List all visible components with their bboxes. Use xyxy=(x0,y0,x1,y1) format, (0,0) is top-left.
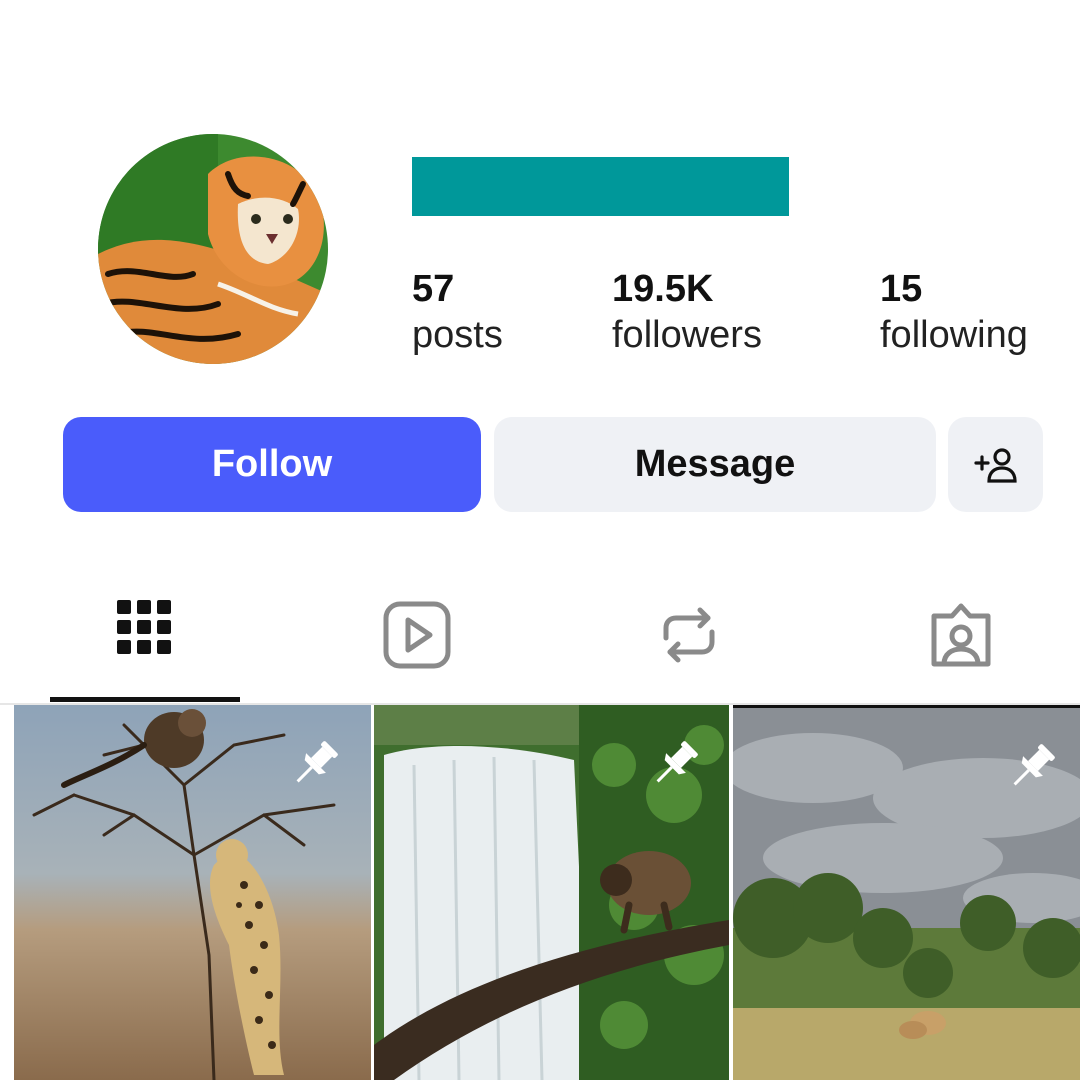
selected-tab-indicator xyxy=(50,697,240,702)
profile-tabs xyxy=(0,590,1080,700)
post-tile-1[interactable] xyxy=(14,705,371,1080)
tagged-icon xyxy=(931,603,991,667)
add-user-button[interactable] xyxy=(948,417,1043,512)
follow-button-label: Follow xyxy=(211,443,333,485)
following-label: following xyxy=(880,314,1028,356)
reels-icon xyxy=(383,601,451,669)
tab-tagged[interactable] xyxy=(866,590,1056,700)
pin-icon xyxy=(656,741,698,783)
stat-following[interactable]: 15 following xyxy=(880,266,1028,358)
tab-reposts[interactable] xyxy=(594,590,784,700)
post-tile-2[interactable] xyxy=(374,705,729,1080)
pin-icon xyxy=(296,741,338,783)
stat-posts[interactable]: 57 posts xyxy=(412,266,503,358)
grid-icon xyxy=(117,600,171,654)
pin-icon xyxy=(1013,744,1055,786)
redacted-username xyxy=(412,157,789,216)
message-button-label: Message xyxy=(634,443,796,485)
followers-count: 19.5K xyxy=(612,268,714,310)
repost-icon xyxy=(663,607,715,663)
tab-posts-grid[interactable] xyxy=(50,590,240,700)
followers-label: followers xyxy=(612,314,762,356)
post-tile-3[interactable] xyxy=(733,705,1080,1080)
posts-grid xyxy=(0,705,1080,1080)
profile-avatar[interactable] xyxy=(98,134,328,364)
tiger-avatar-icon xyxy=(98,134,328,364)
following-count: 15 xyxy=(880,268,923,310)
message-button[interactable]: Message xyxy=(494,417,936,512)
posts-count: 57 xyxy=(412,268,455,310)
stat-followers[interactable]: 19.5K followers xyxy=(612,266,762,358)
tab-reels[interactable] xyxy=(322,590,512,700)
follow-button[interactable]: Follow xyxy=(63,417,481,512)
posts-label: posts xyxy=(412,314,503,356)
add-person-icon xyxy=(973,447,1017,483)
